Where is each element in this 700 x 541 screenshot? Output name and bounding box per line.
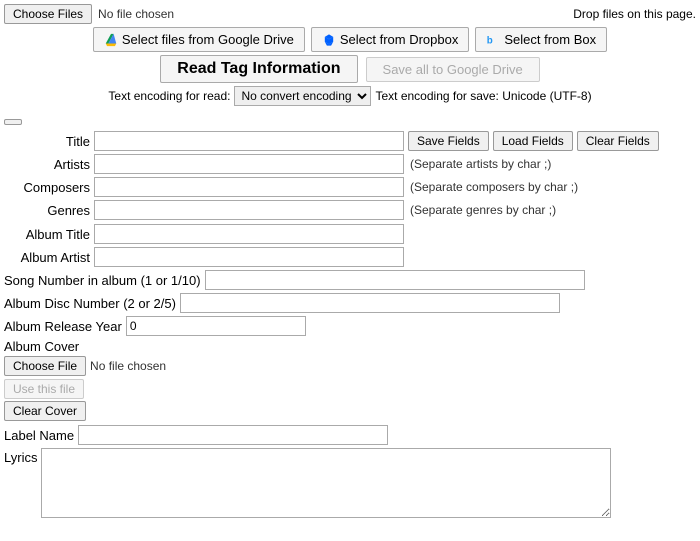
genres-hint: (Separate genres by char ;) (410, 203, 556, 217)
box-label: Select from Box (504, 32, 596, 47)
read-tag-button[interactable]: Read Tag Information (160, 55, 357, 83)
dropbox-button[interactable]: Select from Dropbox (311, 27, 470, 52)
no-file-chosen-text: No file chosen (98, 7, 174, 21)
album-cover-label: Album Cover (4, 339, 696, 354)
use-this-file-button[interactable]: Use this file (4, 379, 84, 399)
google-drive-label: Select files from Google Drive (122, 32, 294, 47)
genres-label: Genres (4, 203, 94, 218)
choose-file-button[interactable]: Choose File (4, 356, 86, 376)
song-number-input[interactable] (205, 270, 585, 290)
composers-label: Composers (4, 180, 94, 195)
title-input[interactable] (94, 131, 404, 151)
box-button[interactable]: b Select from Box (475, 27, 607, 52)
cover-no-file-text: No file chosen (90, 359, 166, 373)
dropbox-icon (322, 33, 336, 47)
clear-fields-button[interactable]: Clear Fields (577, 131, 659, 151)
google-drive-button[interactable]: Select files from Google Drive (93, 27, 305, 52)
save-tags-button[interactable] (4, 119, 22, 125)
load-fields-button[interactable]: Load Fields (493, 131, 573, 151)
album-artist-label: Album Artist (4, 250, 94, 265)
genres-input[interactable] (94, 200, 404, 220)
disc-number-input[interactable] (180, 293, 560, 313)
save-fields-button[interactable]: Save Fields (408, 131, 489, 151)
lyrics-label: Lyrics (4, 450, 37, 465)
artists-input[interactable] (94, 154, 404, 174)
song-number-label: Song Number in album (1 or 1/10) (4, 273, 201, 288)
clear-cover-button[interactable]: Clear Cover (4, 401, 86, 421)
artists-hint: (Separate artists by char ;) (410, 157, 551, 171)
drop-text: Drop files on this page. (573, 7, 696, 21)
album-title-input[interactable] (94, 224, 404, 244)
label-name-label: Label Name (4, 428, 74, 443)
encoding-save-label: Text encoding for save: Unicode (UTF-8) (375, 89, 591, 103)
box-icon: b (486, 33, 500, 47)
album-artist-input[interactable] (94, 247, 404, 267)
label-name-input[interactable] (78, 425, 388, 445)
disc-number-label: Album Disc Number (2 or 2/5) (4, 296, 176, 311)
title-label: Title (4, 134, 94, 149)
encoding-read-label: Text encoding for read: (108, 89, 230, 103)
dropbox-label: Select from Dropbox (340, 32, 459, 47)
svg-text:b: b (487, 35, 493, 46)
release-year-label: Album Release Year (4, 319, 122, 334)
lyrics-textarea[interactable] (41, 448, 611, 518)
google-drive-icon (104, 33, 118, 47)
choose-files-button[interactable]: Choose Files (4, 4, 92, 24)
artists-label: Artists (4, 157, 94, 172)
album-title-label: Album Title (4, 227, 94, 242)
composers-input[interactable] (94, 177, 404, 197)
release-year-input[interactable] (126, 316, 306, 336)
save-all-button[interactable]: Save all to Google Drive (366, 57, 540, 82)
encoding-select[interactable]: No convert encoding (234, 86, 371, 106)
composers-hint: (Separate composers by char ;) (410, 180, 578, 194)
